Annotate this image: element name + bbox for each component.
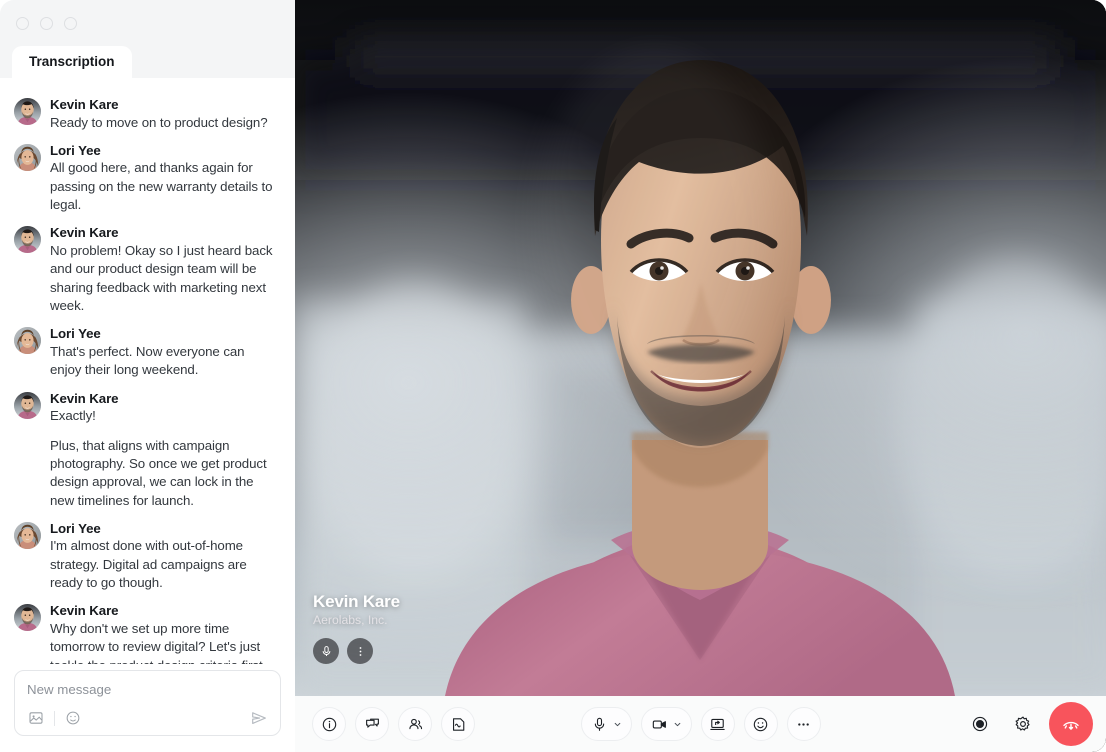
avatar[interactable]	[14, 604, 41, 631]
video-stage: Kevin Kare Aerolabs, Inc.	[295, 0, 1106, 752]
avatar[interactable]	[14, 144, 41, 171]
emoji-icon[interactable]	[64, 709, 82, 727]
transcript-message: Lori YeeThat's perfect. Now everyone can…	[14, 325, 279, 379]
message-composer[interactable]: New message	[14, 670, 281, 736]
notes-button[interactable]	[441, 707, 475, 741]
transcription-sidebar: Transcription Kevin KareReady to move on…	[0, 0, 295, 752]
sidebar-header: Transcription	[0, 0, 295, 78]
microphone-icon[interactable]	[313, 638, 339, 664]
composer-divider	[54, 711, 55, 726]
participant-quick-actions	[313, 638, 400, 664]
tab-transcription-label: Transcription	[29, 54, 115, 69]
chevron-down-icon[interactable]	[672, 719, 683, 730]
settings-button[interactable]	[1006, 707, 1040, 741]
toolbar-left-group	[312, 707, 475, 741]
toolbar-right-group	[963, 702, 1093, 746]
share-screen-icon	[709, 716, 726, 733]
camera-button[interactable]	[641, 707, 692, 741]
people-icon	[407, 716, 424, 733]
record-button[interactable]	[963, 707, 997, 741]
participant-organization: Aerolabs, Inc.	[313, 613, 400, 628]
toolbar-center-group	[581, 707, 821, 741]
info-icon	[321, 716, 338, 733]
message-text: That's perfect. Now everyone can enjoy t…	[50, 343, 279, 380]
avatar[interactable]	[14, 226, 41, 253]
message-speaker: Kevin Kare	[50, 390, 279, 408]
transcript-message: Kevin KareWhy don't we set up more time …	[14, 602, 279, 664]
message-speaker: Lori Yee	[50, 142, 279, 160]
reactions-button[interactable]	[744, 707, 778, 741]
participants-button[interactable]	[398, 707, 432, 741]
message-body: Kevin KareExactly! Plus, that aligns with…	[50, 390, 279, 510]
avatar[interactable]	[14, 392, 41, 419]
message-text: Plus, that aligns with campaign photogra…	[50, 437, 279, 510]
camera-icon	[651, 716, 668, 733]
transcript-message: Kevin KareNo problem! Okay so I just hea…	[14, 224, 279, 315]
record-icon	[971, 715, 989, 733]
meeting-toolbar	[295, 696, 1106, 752]
share-screen-button[interactable]	[701, 707, 735, 741]
hang-up-icon	[1061, 714, 1081, 734]
microphone-icon	[591, 716, 608, 733]
more-vertical-icon[interactable]	[347, 638, 373, 664]
message-body: Lori YeeThat's perfect. Now everyone can…	[50, 325, 279, 379]
transcript-message: Kevin KareReady to move on to product de…	[14, 96, 279, 132]
message-body: Kevin KareNo problem! Okay so I just hea…	[50, 224, 279, 315]
message-speaker: Kevin Kare	[50, 224, 279, 242]
participant-name: Kevin Kare	[313, 591, 400, 612]
meeting-info-button[interactable]	[312, 707, 346, 741]
more-options-button[interactable]	[787, 707, 821, 741]
composer-toolbar	[27, 709, 268, 727]
emoji-icon	[752, 716, 769, 733]
message-speaker: Lori Yee	[50, 325, 279, 343]
message-text: Exactly!	[50, 407, 279, 425]
message-text: Ready to move on to product design?	[50, 114, 279, 132]
avatar[interactable]	[14, 522, 41, 549]
message-text: I'm almost done with out-of-home strateg…	[50, 537, 279, 592]
message-text: Why don't we set up more time tomorrow t…	[50, 620, 279, 664]
more-horizontal-icon	[795, 716, 812, 733]
end-call-button[interactable]	[1049, 702, 1093, 746]
message-speaker: Kevin Kare	[50, 96, 279, 114]
window-minimize-button[interactable]	[40, 17, 53, 30]
sidebar-tabstrip: Transcription	[0, 46, 132, 79]
chat-button[interactable]	[355, 707, 389, 741]
tab-transcription[interactable]: Transcription	[12, 46, 132, 79]
participant-name-overlay: Kevin Kare Aerolabs, Inc.	[313, 591, 400, 665]
transcript-message: Lori YeeI'm almost done with out-of-home…	[14, 520, 279, 593]
window-traffic-lights	[16, 17, 77, 30]
chevron-down-icon[interactable]	[612, 719, 623, 730]
mic-button[interactable]	[581, 707, 632, 741]
message-body: Kevin KareWhy don't we set up more time …	[50, 602, 279, 664]
message-body: Lori YeeAll good here, and thanks again …	[50, 142, 279, 215]
message-body: Lori YeeI'm almost done with out-of-home…	[50, 520, 279, 593]
notes-icon	[450, 716, 467, 733]
message-speaker: Lori Yee	[50, 520, 279, 538]
message-text: All good here, and thanks again for pass…	[50, 159, 279, 214]
transcript-message: Lori YeeAll good here, and thanks again …	[14, 142, 279, 215]
gear-icon	[1014, 715, 1032, 733]
message-text: No problem! Okay so I just heard back an…	[50, 242, 279, 315]
chat-bubbles-icon	[364, 716, 381, 733]
participant-video[interactable]	[295, 0, 1106, 696]
transcript-message: Kevin KareExactly! Plus, that aligns with…	[14, 390, 279, 510]
composer-container: New message	[0, 664, 295, 752]
send-icon[interactable]	[250, 709, 268, 727]
transcript-list[interactable]: Kevin KareReady to move on to product de…	[0, 78, 295, 664]
avatar[interactable]	[14, 327, 41, 354]
window-close-button[interactable]	[16, 17, 29, 30]
image-icon[interactable]	[27, 709, 45, 727]
message-body: Kevin KareReady to move on to product de…	[50, 96, 279, 132]
window-zoom-button[interactable]	[64, 17, 77, 30]
message-speaker: Kevin Kare	[50, 602, 279, 620]
meeting-window: Transcription Kevin KareReady to move on…	[0, 0, 1106, 752]
new-message-input[interactable]: New message	[27, 682, 268, 698]
avatar[interactable]	[14, 98, 41, 125]
